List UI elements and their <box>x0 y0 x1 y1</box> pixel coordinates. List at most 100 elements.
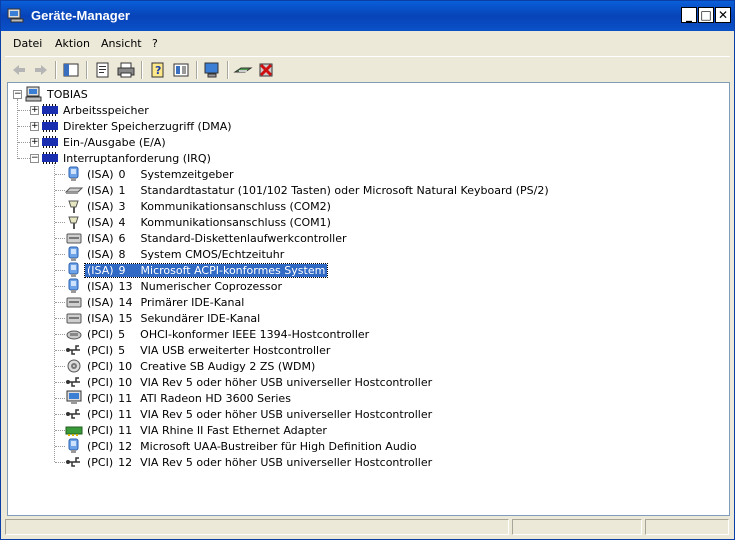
irq-item-label: (PCI) 11 VIA Rev 5 oder höher USB universe… <box>85 408 434 421</box>
menu-ansicht[interactable]: Ansicht <box>101 37 142 50</box>
irq-item-label: (PCI) 10 VIA Rev 5 oder höher USB universe… <box>85 376 434 389</box>
irq-item[interactable]: (PCI) 10 VIA Rev 5 oder höher USB universe… <box>65 374 434 390</box>
irq-item[interactable]: (ISA) 8 System CMOS/Echtzeituhr <box>65 246 286 262</box>
irq-number: 10 <box>118 359 133 373</box>
irq-number: 13 <box>118 279 133 293</box>
tree-category[interactable]: Interruptanforderung (IRQ) <box>41 150 213 166</box>
irq-number: 15 <box>118 311 133 325</box>
irq-item-label: (ISA) 8 System CMOS/Echtzeituhr <box>85 248 286 261</box>
irq-bus: (PCI) <box>87 439 114 453</box>
keyboard-icon <box>65 182 83 198</box>
irq-device-name: VIA Rev 5 oder höher USB universeller Ho… <box>140 455 433 469</box>
irq-item[interactable]: (PCI) 12 Microsoft UAA-Bustreiber für High… <box>65 438 419 454</box>
category-expander[interactable]: + <box>30 106 39 115</box>
irq-item[interactable]: (PCI) 11 VIA Rhine II Fast Ethernet Adapte… <box>65 422 329 438</box>
tree-category[interactable]: Direkter Speicherzugriff (DMA) <box>41 118 234 134</box>
irq-item[interactable]: (PCI) 10 Creative SB Audigy 2 ZS (WDM) <box>65 358 317 374</box>
irq-item-label: (PCI) 12 VIA Rev 5 oder höher USB universe… <box>85 456 434 469</box>
irq-item[interactable]: (ISA) 3 Kommunikationsanschluss (COM2) <box>65 198 333 214</box>
irq-number: 12 <box>118 455 133 469</box>
tree-root[interactable]: TOBIAS <box>25 86 90 102</box>
controller-icon <box>65 310 83 326</box>
root-collapse-toggle[interactable]: − <box>13 90 22 99</box>
show-hide-tree-icon[interactable] <box>61 60 81 80</box>
scan-hardware-icon[interactable] <box>202 60 222 80</box>
network-icon <box>65 422 83 438</box>
category-expander[interactable]: + <box>30 138 39 147</box>
menu-aktion[interactable]: Aktion <box>55 37 90 50</box>
tree-line <box>55 302 65 303</box>
irq-item[interactable]: (PCI) 12 VIA Rev 5 oder höher USB universe… <box>65 454 434 470</box>
tree-line <box>55 334 65 335</box>
uninstall-icon[interactable] <box>256 60 276 80</box>
tree-line <box>55 270 65 271</box>
irq-item[interactable]: (ISA) 6 Standard-Diskettenlaufwerkcontroll… <box>65 230 349 246</box>
back-icon[interactable] <box>9 60 29 80</box>
category-expander[interactable]: + <box>30 122 39 131</box>
menu-datei[interactable]: Datei <box>13 37 42 50</box>
irq-device-name: System CMOS/Echtzeituhr <box>140 247 285 261</box>
controller-icon <box>65 230 83 246</box>
tree-line <box>55 222 65 223</box>
irq-item-label: (ISA) 4 Kommunikationsanschluss (COM1) <box>85 216 333 229</box>
irq-item[interactable]: (ISA) 14 Primärer IDE-Kanal <box>65 294 246 310</box>
properties-icon[interactable] <box>93 60 113 80</box>
irq-bus: (PCI) <box>87 359 114 373</box>
irq-number: 1 <box>118 183 126 197</box>
tree-line <box>55 190 65 191</box>
irq-device-name: Microsoft UAA-Bustreiber für High Defini… <box>140 439 417 453</box>
tree-category[interactable]: Arbeitsspeicher <box>41 102 151 118</box>
irq-item-label: (ISA) 3 Kommunikationsanschluss (COM2) <box>85 200 333 213</box>
category-expander[interactable]: − <box>30 154 39 163</box>
minimize-button[interactable]: _ <box>681 7 697 23</box>
irq-item[interactable]: (PCI) 11 VIA Rev 5 oder höher USB universe… <box>65 406 434 422</box>
usb-icon <box>65 374 83 390</box>
tree-line <box>54 163 55 462</box>
irq-number: 6 <box>118 231 126 245</box>
system-icon <box>65 262 83 278</box>
toolbar-separator <box>55 61 57 79</box>
irq-item-label: (PCI) 11 VIA Rhine II Fast Ethernet Adapte… <box>85 424 329 437</box>
irq-item-label: (PCI) 11 ATI Radeon HD 3600 Series <box>85 392 293 405</box>
irq-item[interactable]: (ISA) 13 Numerischer Coprozessor <box>65 278 284 294</box>
menu-help[interactable]: ? <box>152 37 158 50</box>
irq-number: 9 <box>118 263 126 277</box>
tree-line <box>55 286 65 287</box>
close-button[interactable]: ✕ <box>715 7 731 23</box>
maximize-button[interactable]: □ <box>698 7 714 23</box>
memory-icon <box>41 150 59 166</box>
forward-icon[interactable] <box>31 60 51 80</box>
help-icon[interactable]: ? <box>148 60 168 80</box>
irq-item[interactable]: (PCI) 5 OHCI-konformer IEEE 1394-Hostcontr… <box>65 326 371 342</box>
update-driver-icon[interactable] <box>233 60 253 80</box>
irq-item[interactable]: (PCI) 11 ATI Radeon HD 3600 Series <box>65 390 293 406</box>
irq-number: 4 <box>118 215 126 229</box>
irq-device-name: Standard-Diskettenlaufwerkcontroller <box>140 231 347 245</box>
print-icon[interactable] <box>116 60 136 80</box>
device-tree[interactable]: − TOBIAS + Arbeitsspeicher + Direkter Sp… <box>7 82 730 516</box>
irq-bus: (ISA) <box>87 231 114 245</box>
category-label: Arbeitsspeicher <box>63 103 149 117</box>
irq-item[interactable]: (ISA) 4 Kommunikationsanschluss (COM1) <box>65 214 333 230</box>
category-label: Direkter Speicherzugriff (DMA) <box>63 119 232 133</box>
title-bar[interactable]: Geräte-Manager _ □ ✕ <box>1 1 734 31</box>
root-label: TOBIAS <box>47 87 88 101</box>
view-icon[interactable] <box>171 60 191 80</box>
irq-item[interactable]: (ISA) 15 Sekundärer IDE-Kanal <box>65 310 262 326</box>
tree-line <box>55 318 65 319</box>
usb-icon <box>65 454 83 470</box>
irq-device-name: OHCI-konformer IEEE 1394-Hostcontroller <box>140 327 370 341</box>
irq-item-label: (ISA) 15 Sekundärer IDE-Kanal <box>85 312 262 325</box>
irq-item[interactable]: (PCI) 5 VIA USB erweiterter Hostcontroller <box>65 342 332 358</box>
irq-device-name: VIA Rhine II Fast Ethernet Adapter <box>140 423 327 437</box>
display-icon <box>65 390 83 406</box>
irq-item[interactable]: (ISA) 9 Microsoft ACPI-konformes System <box>65 262 329 278</box>
irq-device-name: Microsoft ACPI-konformes System <box>140 263 326 277</box>
tree-line <box>55 462 65 463</box>
irq-item-label: (ISA) 13 Numerischer Coprozessor <box>85 280 284 293</box>
irq-item[interactable]: (ISA) 0 Systemzeitgeber <box>65 166 236 182</box>
irq-number: 8 <box>118 247 126 261</box>
tree-category[interactable]: Ein-/Ausgabe (E/A) <box>41 134 168 150</box>
irq-bus: (PCI) <box>87 455 114 469</box>
irq-item[interactable]: (ISA) 1 Standardtastatur (101/102 Tasten) … <box>65 182 551 198</box>
